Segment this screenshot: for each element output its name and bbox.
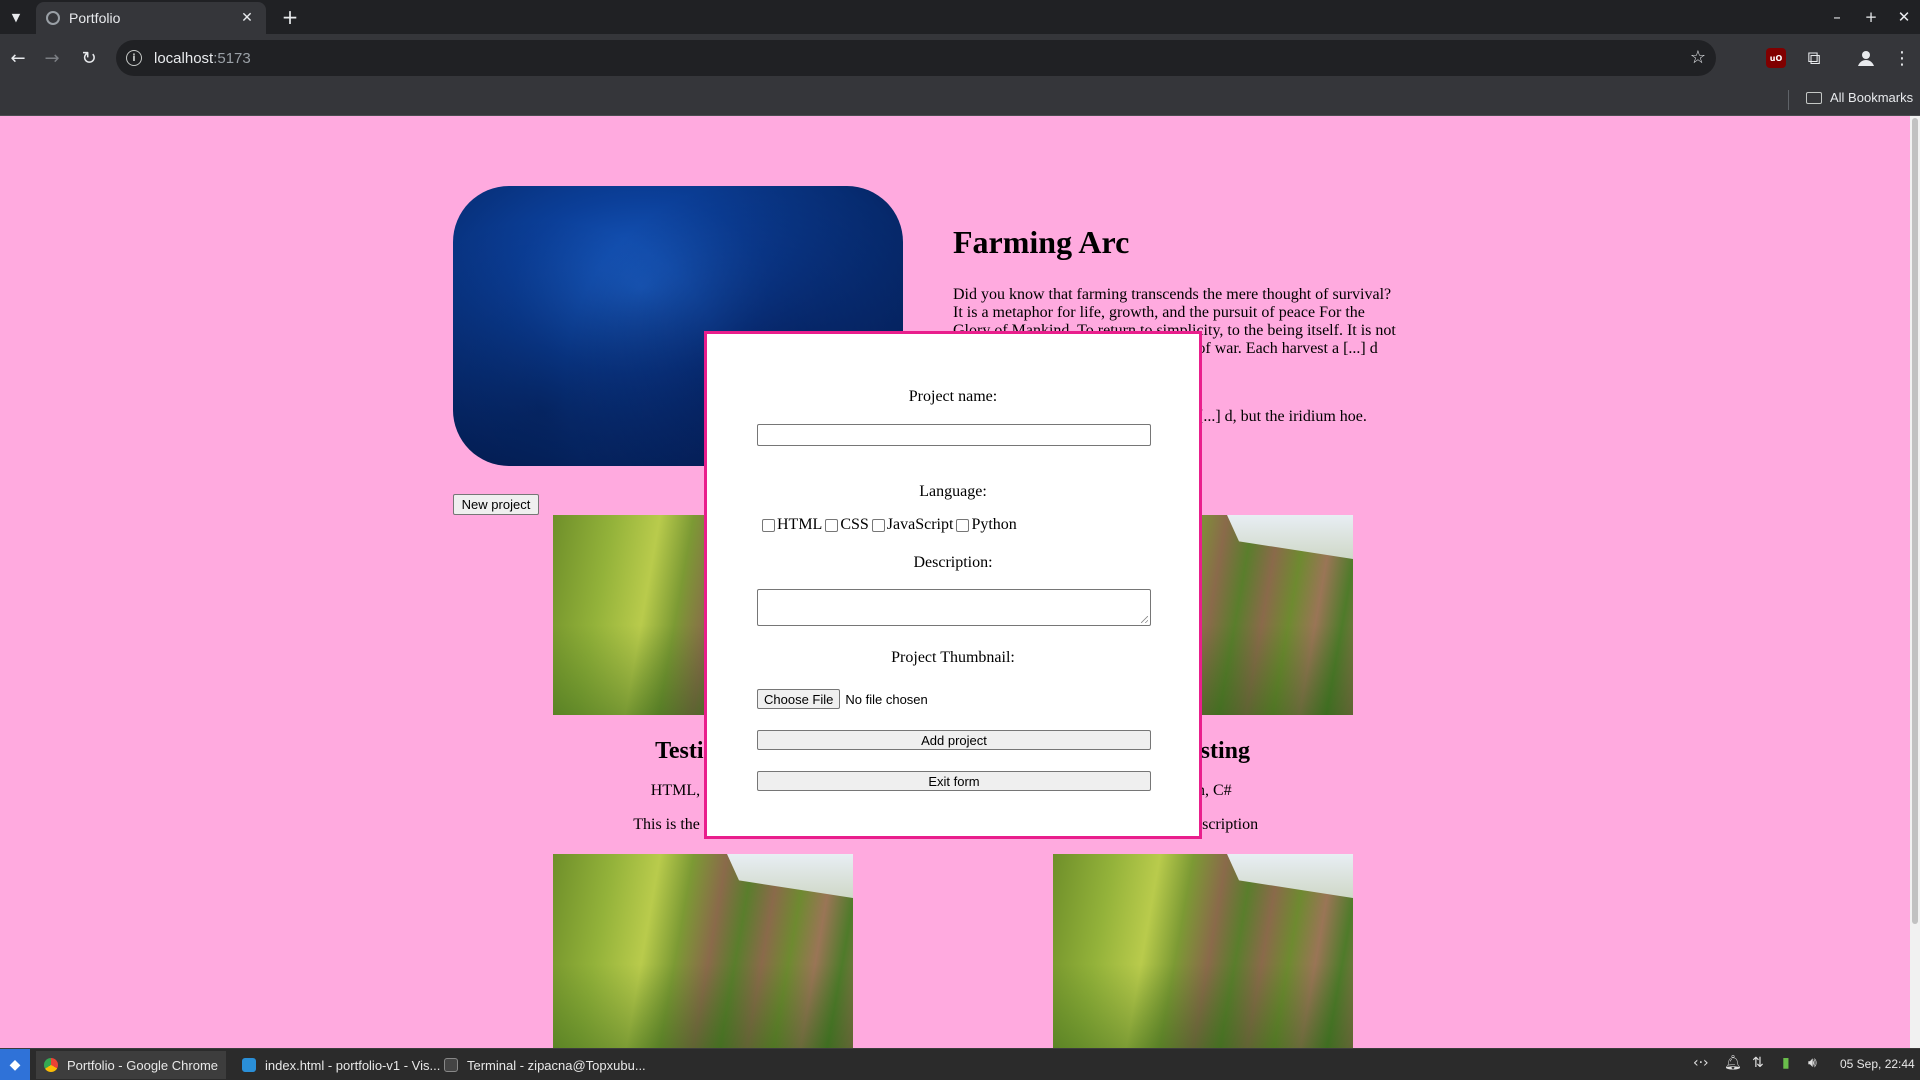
card-thumbnail: [553, 854, 853, 1048]
description-textarea[interactable]: [757, 589, 1151, 626]
network-arrows-icon[interactable]: ‹·›: [1693, 1055, 1709, 1071]
language-label: Language:: [919, 483, 987, 500]
bookmarks-divider: [1788, 90, 1789, 110]
globe-icon: [46, 11, 60, 25]
new-project-form-modal: Project name: Language: HTML CSS JavaScr…: [704, 331, 1202, 839]
language-checkbox-group: HTML CSS JavaScript Python: [759, 516, 1017, 534]
new-project-button[interactable]: New project: [453, 494, 539, 515]
folder-icon: [1806, 91, 1822, 104]
profile-icon[interactable]: [1855, 47, 1877, 69]
all-bookmarks-button[interactable]: All Bookmarks: [1806, 90, 1913, 105]
taskbar-item-label: Portfolio - Google Chrome: [67, 1057, 219, 1073]
javascript-checkbox[interactable]: [871, 518, 885, 532]
browser-toolbar: ← → ↻ i localhost:5173 ☆ uO ⧉ ⋮: [0, 34, 1920, 82]
battery-icon[interactable]: ▮: [1782, 1055, 1790, 1071]
project-name-input[interactable]: [757, 424, 1151, 446]
page-title: Farming Arc: [953, 224, 1130, 260]
description-label: Description:: [913, 554, 993, 571]
tab-title: Portfolio: [69, 10, 121, 26]
page-scrollbar[interactable]: [1910, 116, 1920, 1048]
volume-icon[interactable]: 🔊︎: [1808, 1055, 1817, 1071]
site-info-icon[interactable]: i: [126, 50, 142, 66]
close-window-icon[interactable]: ✕: [1889, 2, 1919, 32]
close-tab-icon[interactable]: ✕: [238, 10, 256, 26]
bookmarks-bar: All Bookmarks: [0, 82, 1920, 116]
python-checkbox-label: Python: [971, 516, 1017, 533]
forward-icon[interactable]: →: [38, 44, 66, 72]
python-checkbox[interactable]: [956, 518, 970, 532]
bookmark-star-icon[interactable]: ☆: [1690, 47, 1706, 68]
no-file-text: No file chosen: [845, 691, 928, 707]
thumbnail-label: Project Thumbnail:: [891, 649, 1015, 666]
taskbar-clock[interactable]: 05 Sep, 22:44: [1840, 1057, 1915, 1071]
html-checkbox[interactable]: [762, 518, 775, 532]
project-name-label: Project name:: [908, 388, 998, 405]
add-project-button[interactable]: Add project: [757, 730, 1151, 750]
extensions-puzzle-icon[interactable]: ⧉: [1800, 44, 1828, 72]
css-checkbox-label: CSS: [840, 516, 869, 533]
reload-icon[interactable]: ↻: [75, 44, 103, 72]
resize-grip-icon[interactable]: [1141, 616, 1148, 623]
os-taskbar: ◆ Portfolio - Google Chrome index.html -…: [0, 1048, 1920, 1080]
menu-kebab-icon[interactable]: ⋮: [1888, 44, 1916, 72]
tab-search-icon[interactable]: ▼: [4, 5, 28, 29]
taskbar-item-terminal[interactable]: Terminal - zipacna@Topxubu...: [436, 1051, 646, 1079]
vscode-icon: [242, 1058, 256, 1072]
javascript-checkbox-label: JavaScript: [886, 516, 954, 533]
taskbar-item-label: Terminal - zipacna@Topxubu...: [467, 1057, 646, 1073]
taskbar-item-label: index.html - portfolio-v1 - Vis...: [265, 1057, 441, 1073]
address-bar[interactable]: i localhost:5173 ☆: [116, 40, 1716, 76]
card-thumbnail: [1053, 854, 1353, 1048]
chrome-icon: [44, 1058, 58, 1072]
browser-tab[interactable]: Portfolio ✕: [36, 2, 266, 34]
browser-tab-bar: ▼ Portfolio ✕ + – + ✕: [0, 0, 1920, 34]
exit-form-button[interactable]: Exit form: [757, 771, 1151, 791]
taskbar-item-vscode[interactable]: index.html - portfolio-v1 - Vis...: [234, 1051, 440, 1079]
ublock-extension-icon[interactable]: uO: [1766, 48, 1786, 68]
thumbnail-file-input: Choose File No file chosen: [757, 689, 928, 709]
network-transfer-icon[interactable]: ⇅: [1752, 1055, 1764, 1071]
start-menu-icon[interactable]: ◆: [0, 1049, 30, 1080]
new-tab-icon[interactable]: +: [276, 3, 304, 31]
scrollbar-thumb[interactable]: [1912, 118, 1918, 924]
taskbar-item-chrome[interactable]: Portfolio - Google Chrome: [36, 1051, 226, 1079]
back-icon[interactable]: ←: [4, 44, 32, 72]
page-content: Farming Arc Did you know that farming tr…: [0, 116, 1910, 1048]
maximize-icon[interactable]: +: [1856, 2, 1886, 32]
notification-bell-icon[interactable]: 🔔︎: [1724, 1055, 1742, 1071]
html-checkbox-label: HTML: [777, 516, 823, 533]
choose-file-button[interactable]: Choose File: [757, 689, 841, 709]
css-checkbox[interactable]: [825, 518, 839, 532]
minimize-icon[interactable]: –: [1822, 2, 1852, 32]
terminal-icon: [444, 1058, 458, 1072]
all-bookmarks-label: All Bookmarks: [1830, 90, 1914, 105]
url-port: :5173: [213, 49, 251, 67]
url-host: localhost: [154, 49, 214, 67]
